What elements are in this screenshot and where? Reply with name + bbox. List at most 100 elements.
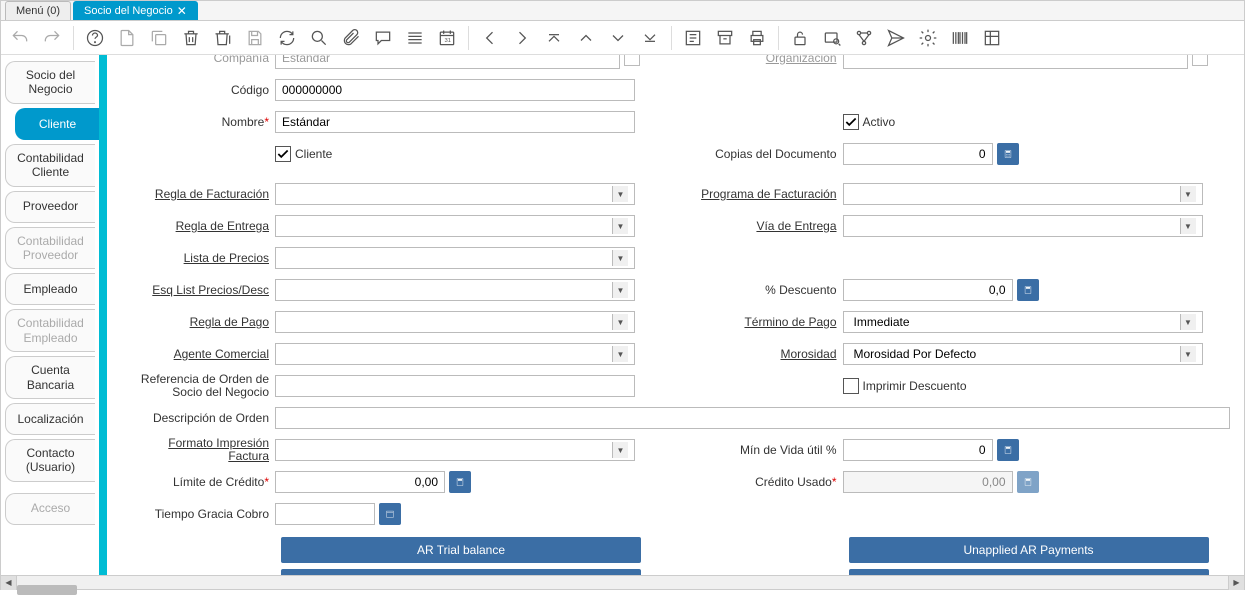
agente-combo[interactable]: ▼ [275, 343, 635, 365]
chevron-down-icon[interactable]: ▼ [612, 314, 628, 330]
formato-imp-combo[interactable]: ▼ [275, 439, 635, 461]
sidetab-6[interactable]: Contabilidad Empleado [5, 309, 95, 352]
regla-fact-combo[interactable]: ▼ [275, 183, 635, 205]
limite-credito-label: Límite de Crédito* [125, 475, 275, 489]
esq-list-combo[interactable]: ▼ [275, 279, 635, 301]
copias-input[interactable] [843, 143, 993, 165]
save-icon[interactable] [244, 27, 266, 49]
down-icon[interactable] [607, 27, 629, 49]
organizacion-input[interactable] [843, 55, 1188, 69]
limite-credito-calc-button[interactable] [449, 471, 471, 493]
chevron-down-icon[interactable]: ▼ [1180, 218, 1196, 234]
sidetab-0[interactable]: Socio del Negocio [5, 61, 95, 104]
descuento-calc-button[interactable] [1017, 279, 1039, 301]
scroll-left-icon[interactable]: ◀ [1, 576, 17, 590]
organizacion-extra-check[interactable] [1192, 55, 1208, 66]
nombre-input[interactable] [275, 111, 635, 133]
gracia-date-button[interactable] [379, 503, 401, 525]
chevron-down-icon[interactable]: ▼ [612, 186, 628, 202]
archive-icon[interactable] [714, 27, 736, 49]
report-icon[interactable] [682, 27, 704, 49]
gracia-label: Tiempo Gracia Cobro [125, 507, 275, 521]
hscroll[interactable]: ◀ ▶ [1, 575, 1244, 589]
compania-extra-check[interactable] [624, 55, 640, 66]
copy-icon[interactable] [148, 27, 170, 49]
first-icon[interactable] [543, 27, 565, 49]
min-vida-label: Mín de Vida útil % [693, 443, 843, 457]
sidetab-10[interactable]: Acceso [5, 493, 95, 525]
credito-usado-calc-button [1017, 471, 1039, 493]
desc-orden-input[interactable] [275, 407, 1230, 429]
gear-icon[interactable] [917, 27, 939, 49]
undo-icon[interactable] [9, 27, 31, 49]
chevron-down-icon[interactable]: ▼ [612, 442, 628, 458]
sidetab-7[interactable]: Cuenta Bancaria [5, 356, 95, 399]
open-invoices-button[interactable]: Open Invoices [281, 569, 641, 575]
new-icon[interactable] [116, 27, 138, 49]
min-vida-input[interactable] [843, 439, 993, 461]
termino-pago-combo[interactable]: ▼ [843, 311, 1203, 333]
redo-icon[interactable] [41, 27, 63, 49]
sidetab-9[interactable]: Contacto (Usuario) [5, 439, 95, 482]
csv-icon[interactable] [981, 27, 1003, 49]
chevron-down-icon[interactable]: ▼ [612, 250, 628, 266]
sidetab-1[interactable]: Cliente [15, 108, 99, 140]
unapplied-ar-button[interactable]: Unapplied AR Payments [849, 537, 1209, 563]
regla-entrega-combo[interactable]: ▼ [275, 215, 635, 237]
close-icon[interactable]: ✕ [177, 5, 187, 17]
gracia-input[interactable] [275, 503, 375, 525]
attachment-icon[interactable] [340, 27, 362, 49]
compania-label: Compañía [125, 55, 275, 65]
delete-icon[interactable] [180, 27, 202, 49]
programa-fact-combo[interactable]: ▼ [843, 183, 1203, 205]
chevron-down-icon[interactable]: ▼ [612, 346, 628, 362]
regla-pago-combo[interactable]: ▼ [275, 311, 635, 333]
chevron-down-icon[interactable]: ▼ [1180, 314, 1196, 330]
print-icon[interactable] [746, 27, 768, 49]
up-icon[interactable] [575, 27, 597, 49]
chevron-down-icon[interactable]: ▼ [612, 218, 628, 234]
send-icon[interactable] [885, 27, 907, 49]
last-icon[interactable] [639, 27, 661, 49]
compania-input[interactable] [275, 55, 620, 69]
limite-credito-input[interactable] [275, 471, 445, 493]
chevron-down-icon[interactable]: ▼ [612, 282, 628, 298]
activo-checkbox[interactable]: Activo [843, 114, 896, 130]
codigo-input[interactable] [275, 79, 635, 101]
sidetab-3[interactable]: Proveedor [5, 191, 95, 223]
imprimir-desc-checkbox[interactable]: Imprimir Descuento [843, 378, 967, 394]
next-icon[interactable] [511, 27, 533, 49]
codigo-label: Código [125, 83, 275, 97]
lista-precios-combo[interactable]: ▼ [275, 247, 635, 269]
descuento-input[interactable] [843, 279, 1013, 301]
cliente-checkbox[interactable]: Cliente [275, 146, 332, 162]
ref-orden-input[interactable] [275, 375, 635, 397]
delete-multi-icon[interactable] [212, 27, 234, 49]
via-entrega-combo[interactable]: ▼ [843, 215, 1203, 237]
search-icon[interactable] [308, 27, 330, 49]
min-vida-calc-button[interactable] [997, 439, 1019, 461]
tab-menu[interactable]: Menú (0) [5, 1, 71, 20]
chat-icon[interactable] [372, 27, 394, 49]
tab-socio-negocio[interactable]: Socio del Negocio ✕ [73, 1, 198, 20]
barcode-icon[interactable] [949, 27, 971, 49]
sidetab-5[interactable]: Empleado [5, 273, 95, 305]
scroll-right-icon[interactable]: ▶ [1228, 576, 1244, 590]
sidetab-8[interactable]: Localización [5, 403, 95, 435]
morosidad-combo[interactable]: ▼ [843, 343, 1203, 365]
zoom-icon[interactable] [821, 27, 843, 49]
calendar-icon[interactable]: 31 [436, 27, 458, 49]
not-posted-button[interactable]: Not Posted Invoice [849, 569, 1209, 575]
help-icon[interactable] [84, 27, 106, 49]
grid-icon[interactable] [404, 27, 426, 49]
copias-calc-button[interactable] [997, 143, 1019, 165]
refresh-icon[interactable] [276, 27, 298, 49]
sidetab-4[interactable]: Contabilidad Proveedor [5, 227, 95, 270]
workflow-icon[interactable] [853, 27, 875, 49]
ar-trial-button[interactable]: AR Trial balance [281, 537, 641, 563]
prev-icon[interactable] [479, 27, 501, 49]
chevron-down-icon[interactable]: ▼ [1180, 346, 1196, 362]
sidetab-2[interactable]: Contabilidad Cliente [5, 144, 95, 187]
lock-icon[interactable] [789, 27, 811, 49]
chevron-down-icon[interactable]: ▼ [1180, 186, 1196, 202]
